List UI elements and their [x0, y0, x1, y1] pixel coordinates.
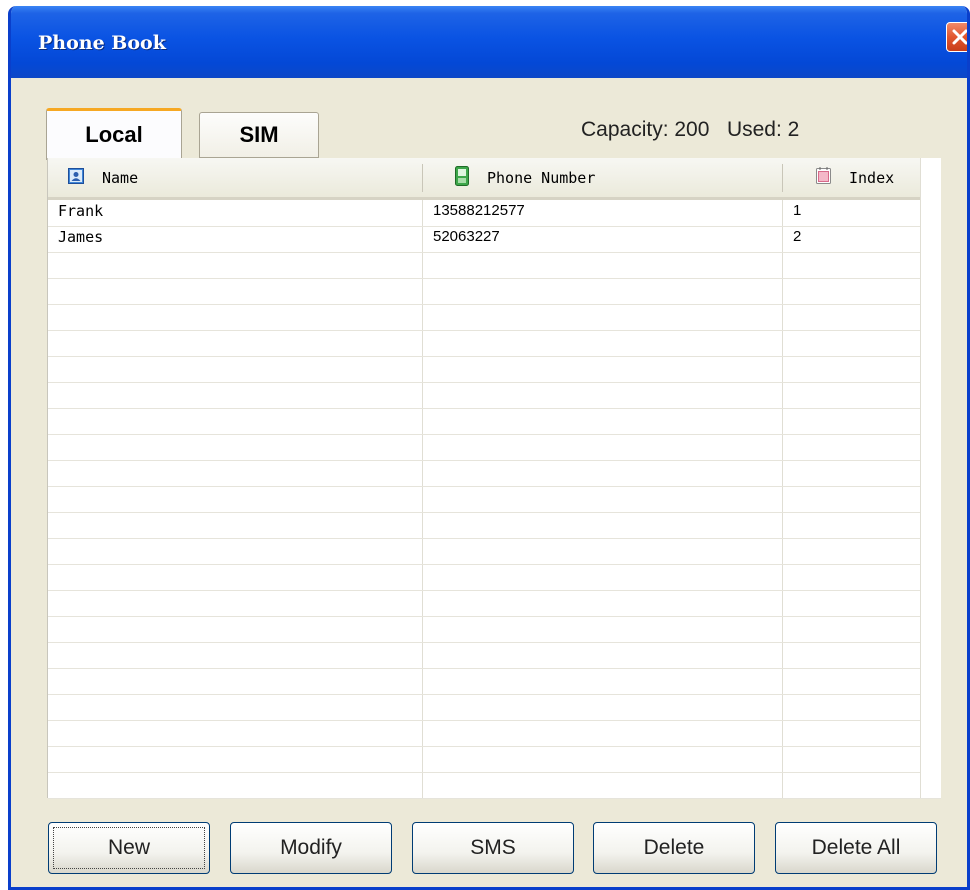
- row-gridline: [48, 460, 941, 461]
- row-1-index[interactable]: 1: [793, 202, 801, 219]
- row-gridline: [48, 434, 941, 435]
- close-button[interactable]: [946, 22, 967, 52]
- capacity-text: Capacity: 200: [581, 118, 710, 141]
- column-label-index: Index: [849, 168, 895, 187]
- row-gridline: [48, 356, 941, 357]
- row-gridline: [48, 590, 941, 591]
- used-text: Used: 2: [726, 118, 800, 141]
- column-header-index[interactable]: Index: [816, 158, 894, 197]
- column-label-name: Name: [102, 168, 139, 187]
- column-gridline: [782, 200, 783, 798]
- row-2-phone[interactable]: 52063227: [433, 228, 500, 245]
- row-gridline: [48, 538, 941, 539]
- row-1-phone[interactable]: 13588212577: [433, 202, 525, 219]
- table-body: Frank 13588212577 1 James 52063227 2: [48, 200, 941, 799]
- scroll-column: [920, 158, 941, 798]
- row-gridline: [48, 772, 941, 773]
- phone-book-window: Phone Book Local SIM Capacity: 200 Used:…: [8, 6, 970, 890]
- row-gridline: [48, 226, 941, 227]
- capacity-status: Capacity: 200 Used: 2: [581, 118, 799, 142]
- row-gridline: [48, 564, 941, 565]
- row-gridline: [48, 720, 941, 721]
- row-gridline: [48, 278, 941, 279]
- column-divider[interactable]: [422, 164, 423, 192]
- row-1-name[interactable]: Frank: [58, 202, 103, 220]
- mobile-phone-icon: [455, 165, 469, 190]
- row-gridline: [48, 330, 941, 331]
- row-gridline: [48, 642, 941, 643]
- contact-card-icon: [68, 167, 84, 188]
- delete-button[interactable]: Delete: [593, 822, 755, 874]
- column-divider[interactable]: [782, 164, 783, 192]
- row-gridline: [48, 746, 941, 747]
- row-gridline: [48, 798, 941, 799]
- row-gridline: [48, 304, 941, 305]
- window-title: Phone Book: [38, 32, 166, 54]
- row-gridline: [48, 694, 941, 695]
- tab-sim[interactable]: SIM: [199, 112, 319, 158]
- row-gridline: [48, 408, 941, 409]
- row-gridline: [48, 616, 941, 617]
- new-button[interactable]: New: [48, 822, 210, 874]
- close-icon: [952, 29, 967, 45]
- table-header: Name Phone Number Index: [48, 158, 941, 200]
- column-label-phone: Phone Number: [487, 168, 596, 187]
- row-gridline: [48, 486, 941, 487]
- row-2-index[interactable]: 2: [793, 228, 801, 245]
- delete-all-button[interactable]: Delete All: [775, 822, 937, 874]
- modify-button[interactable]: Modify: [230, 822, 392, 874]
- calendar-icon: [816, 167, 831, 188]
- row-2-name[interactable]: James: [58, 228, 103, 246]
- contacts-table: Name Phone Number Index Frank 1358821257…: [47, 158, 941, 799]
- title-bar[interactable]: Phone Book: [11, 6, 967, 78]
- sms-button[interactable]: SMS: [412, 822, 574, 874]
- row-gridline: [48, 668, 941, 669]
- column-header-phone[interactable]: Phone Number: [455, 158, 595, 197]
- column-gridline: [422, 200, 423, 798]
- tab-local[interactable]: Local: [46, 108, 182, 160]
- row-gridline: [48, 252, 941, 253]
- row-gridline: [48, 512, 941, 513]
- row-gridline: [48, 382, 941, 383]
- column-header-name[interactable]: Name: [68, 158, 138, 197]
